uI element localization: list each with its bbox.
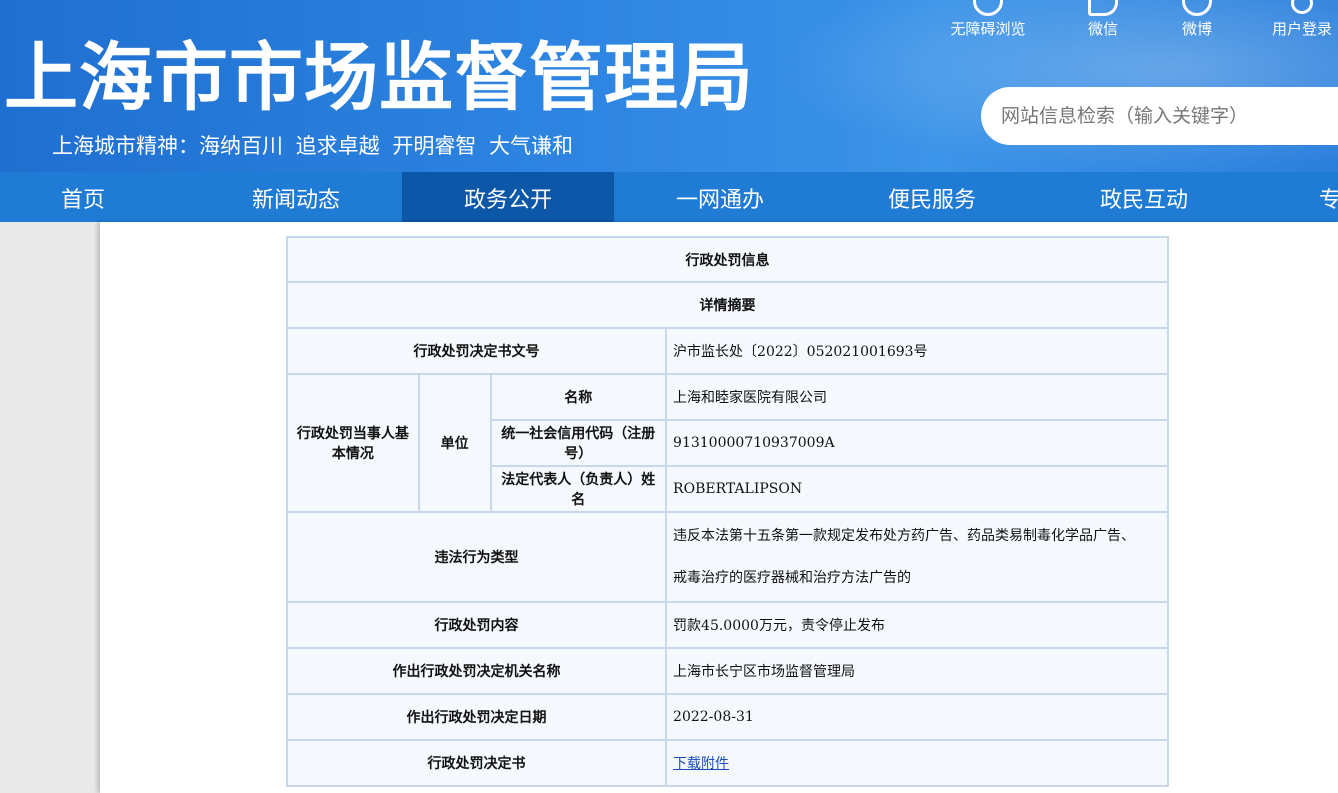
header-decoration bbox=[778, 0, 1338, 172]
accessibility-label: 无障碍浏览 bbox=[950, 20, 1026, 38]
decision-label: 行政处罚决定书 bbox=[285, 739, 668, 787]
violation-value: 违反本法第十五条第一款规定发布处方药广告、药品类易制毒化学品广告、 戒毒治疗的医… bbox=[665, 511, 1169, 603]
weibo-label: 微博 bbox=[1181, 20, 1212, 38]
table-title: 行政处罚信息 bbox=[286, 236, 1169, 283]
user-login-label: 用户登录 bbox=[1271, 20, 1332, 38]
name-label: 名称 bbox=[489, 373, 668, 421]
nav-public-service[interactable]: 便民服务 bbox=[826, 172, 1038, 222]
nav-home[interactable]: 首页 bbox=[0, 172, 166, 222]
search-input[interactable] bbox=[981, 87, 1311, 145]
user-login-link[interactable]: 用户登录 bbox=[1266, 0, 1338, 44]
nav-interaction[interactable]: 政民互动 bbox=[1038, 172, 1250, 222]
wechat-icon bbox=[1088, 0, 1118, 16]
date-value: 2022-08-31 bbox=[665, 693, 1169, 741]
site-title[interactable]: 上海市市场监督管理局 bbox=[4, 36, 754, 120]
nav-one-stop-service[interactable]: 一网通办 bbox=[614, 172, 826, 222]
nav-special[interactable]: 专 bbox=[1300, 172, 1338, 222]
user-icon bbox=[1291, 0, 1313, 14]
penalty-value: 罚款45.0000万元，责令停止发布 bbox=[665, 601, 1169, 649]
accessibility-icon bbox=[973, 0, 1003, 16]
legal-rep-label: 法定代表人（负责人）姓名 bbox=[489, 465, 668, 513]
penalty-label: 行政处罚内容 bbox=[285, 601, 668, 649]
credit-code-value: 91310000710937009A bbox=[665, 419, 1169, 467]
violation-value-line2: 戒毒治疗的医疗器械和治疗方法广告的 bbox=[673, 570, 912, 586]
nav-news[interactable]: 新闻动态 bbox=[190, 172, 402, 222]
unit-label: 单位 bbox=[417, 373, 492, 513]
credit-code-label: 统一社会信用代码（注册号） bbox=[489, 419, 668, 467]
main-nav: 首页 新闻动态 政务公开 一网通办 便民服务 政民互动 专 bbox=[0, 172, 1338, 222]
download-attachment-link[interactable]: 下载附件 bbox=[673, 756, 729, 772]
legal-rep-value: ROBERTALIPSON bbox=[665, 465, 1169, 513]
wechat-label: 微信 bbox=[1087, 20, 1118, 38]
accessibility-link[interactable]: 无障碍浏览 bbox=[940, 0, 1036, 44]
name-value: 上海和睦家医院有限公司 bbox=[665, 373, 1169, 421]
weibo-link[interactable]: 微博 bbox=[1172, 0, 1222, 44]
authority-label: 作出行政处罚决定机关名称 bbox=[285, 647, 668, 695]
site-slogan: 上海城市精神：海纳百川 追求卓越 开明睿智 大气谦和 bbox=[52, 134, 574, 158]
date-label: 作出行政处罚决定日期 bbox=[285, 693, 668, 741]
party-label: 行政处罚当事人基本情况 bbox=[286, 373, 420, 513]
weibo-icon bbox=[1182, 0, 1212, 16]
authority-value: 上海市长宁区市场监督管理局 bbox=[665, 647, 1169, 695]
site-search bbox=[981, 87, 1338, 145]
table-subtitle: 详情摘要 bbox=[286, 281, 1169, 329]
decision-cell: 下载附件 bbox=[665, 739, 1169, 787]
site-header: 上海市市场监督管理局 上海城市精神：海纳百川 追求卓越 开明睿智 大气谦和 无障… bbox=[0, 0, 1338, 172]
wechat-link[interactable]: 微信 bbox=[1078, 0, 1128, 44]
penalty-info-table: 行政处罚信息 详情摘要 行政处罚决定书文号 沪市监长处〔2022〕0520210… bbox=[285, 236, 1169, 787]
doc-no-value: 沪市监长处〔2022〕052021001693号 bbox=[665, 327, 1169, 375]
doc-no-label: 行政处罚决定书文号 bbox=[285, 327, 668, 375]
violation-label: 违法行为类型 bbox=[285, 511, 668, 603]
violation-value-line1: 违反本法第十五条第一款规定发布处方药广告、药品类易制毒化学品广告、 bbox=[673, 528, 1136, 544]
nav-government-affairs[interactable]: 政务公开 bbox=[402, 172, 614, 222]
